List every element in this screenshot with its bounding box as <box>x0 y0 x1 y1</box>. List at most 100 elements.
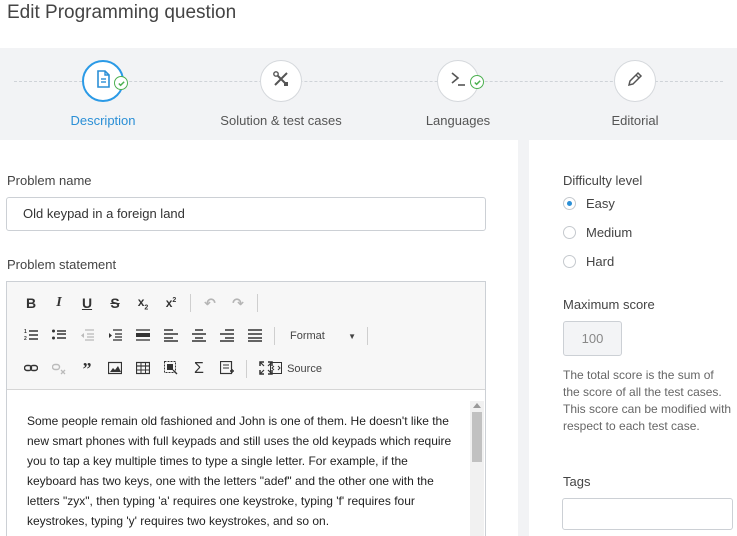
underline-button[interactable]: U <box>73 291 101 315</box>
table-button[interactable] <box>129 357 157 381</box>
align-left-icon <box>164 328 178 345</box>
unlink-button[interactable] <box>45 357 73 381</box>
underline-icon: U <box>81 295 93 311</box>
maximum-score-help-text: The total score is the sum of the score … <box>563 368 732 433</box>
toolbar-separator <box>274 327 275 345</box>
difficulty-option-medium[interactable]: Medium <box>563 225 632 240</box>
italic-button[interactable]: I <box>45 291 73 315</box>
difficulty-option-label: Hard <box>586 254 615 269</box>
strikethrough-button[interactable]: S <box>101 291 129 315</box>
justify-button[interactable] <box>241 324 269 348</box>
source-icon <box>270 361 287 377</box>
tools-icon <box>271 69 291 94</box>
increase-indent-button[interactable] <box>101 324 129 348</box>
svg-text:2: 2 <box>24 336 27 342</box>
tags-label: Tags <box>563 474 591 489</box>
question-settings-panel: Difficulty level Easy Medium Hard Maximu… <box>529 140 737 536</box>
source-button[interactable]: Source <box>270 357 322 381</box>
align-center-icon <box>192 328 206 345</box>
insert-template-button[interactable] <box>213 357 241 381</box>
step-description[interactable]: Description <box>23 60 183 128</box>
redo-button[interactable]: ↷ <box>224 291 252 315</box>
block-icon <box>136 328 150 345</box>
subscript-button[interactable]: x2 <box>129 291 157 315</box>
formula-button[interactable]: Σ <box>185 357 213 381</box>
link-button[interactable] <box>17 357 45 381</box>
editor-toolbar: B I U S x2 x2 ↶ ↷ 12 Format ▼ ” Σ Source <box>7 282 485 390</box>
document-icon <box>93 69 113 94</box>
align-right-icon <box>220 328 234 345</box>
superscript-icon: x2 <box>165 296 177 310</box>
step-solution-test-cases[interactable]: Solution & test cases <box>201 60 361 128</box>
svg-text:1: 1 <box>24 329 27 335</box>
step-circle <box>82 60 128 102</box>
step-languages[interactable]: Languages <box>378 60 538 128</box>
quote-button[interactable]: ” <box>73 357 101 381</box>
wizard-stepper: Description Solution & test cases Langua… <box>0 48 737 140</box>
toolbar-separator <box>257 294 258 312</box>
panel-divider <box>518 140 529 536</box>
toolbar-separator <box>246 360 247 378</box>
problem-statement-text: Some people remain old fashioned and Joh… <box>27 414 452 528</box>
radio-button[interactable] <box>563 255 576 268</box>
bold-button[interactable]: B <box>17 291 45 315</box>
align-center-button[interactable] <box>185 324 213 348</box>
scroll-up-arrow-icon[interactable] <box>473 403 481 408</box>
template-icon <box>219 360 234 378</box>
quote-icon: ” <box>82 359 92 379</box>
bulleted-list-button[interactable] <box>45 324 73 348</box>
image-button[interactable] <box>101 357 129 381</box>
problem-name-input[interactable]: Old keypad in a foreign land <box>6 197 486 231</box>
difficulty-level-label: Difficulty level <box>563 173 643 188</box>
decrease-indent-button[interactable] <box>73 324 101 348</box>
difficulty-option-label: Medium <box>586 225 633 240</box>
editor-content-area[interactable]: Some people remain old fashioned and Joh… <box>7 391 485 536</box>
redo-icon: ↷ <box>232 294 244 311</box>
maximum-score-input[interactable]: 100 <box>563 321 622 356</box>
superscript-button[interactable]: x2 <box>157 291 185 315</box>
format-dropdown[interactable]: Format ▼ <box>284 325 362 347</box>
radio-button[interactable] <box>563 226 576 239</box>
bulleted-list-icon <box>52 328 66 345</box>
step-label: Languages <box>425 113 491 128</box>
bold-icon: B <box>25 295 37 311</box>
indent-icon <box>108 328 122 345</box>
difficulty-option-easy[interactable]: Easy <box>563 196 615 211</box>
italic-icon: I <box>56 295 62 310</box>
numbered-list-icon: 12 <box>24 328 38 345</box>
toolbar-separator <box>190 294 191 312</box>
align-right-button[interactable] <box>213 324 241 348</box>
editor-scrollbar[interactable] <box>470 401 484 536</box>
radio-button-checked[interactable] <box>563 197 576 210</box>
rich-text-editor[interactable]: B I U S x2 x2 ↶ ↷ 12 Format ▼ ” Σ Source… <box>6 281 486 536</box>
step-circle <box>437 60 484 102</box>
align-justify-icon <box>248 328 262 345</box>
format-dropdown-label: Format <box>290 330 325 342</box>
step-editorial[interactable]: Editorial <box>555 60 715 128</box>
blockquote-button[interactable] <box>129 324 157 348</box>
step-label: Description <box>70 113 136 128</box>
source-label: Source <box>287 363 322 375</box>
terminal-icon <box>448 69 468 94</box>
scrollbar-thumb[interactable] <box>472 412 482 462</box>
sigma-icon: Σ <box>194 360 204 377</box>
maximum-score-label: Maximum score <box>563 297 655 312</box>
undo-button[interactable]: ↶ <box>196 291 224 315</box>
table-icon <box>135 361 151 378</box>
check-icon <box>470 75 484 89</box>
numbered-list-button[interactable]: 12 <box>17 324 45 348</box>
difficulty-option-label: Easy <box>586 196 615 211</box>
problem-statement-label: Problem statement <box>7 257 117 272</box>
difficulty-option-hard[interactable]: Hard <box>563 254 614 269</box>
tags-input[interactable] <box>562 498 733 530</box>
outdent-icon <box>80 328 94 345</box>
pencil-icon <box>625 69 645 94</box>
step-label: Solution & test cases <box>220 113 342 128</box>
subscript-icon: x2 <box>137 294 149 312</box>
link-icon <box>23 361 39 378</box>
align-left-button[interactable] <box>157 324 185 348</box>
unlink-icon <box>51 361 66 378</box>
select-all-button[interactable] <box>157 357 185 381</box>
undo-icon: ↶ <box>204 294 216 311</box>
question-details-panel: Problem name Old keypad in a foreign lan… <box>0 140 518 536</box>
